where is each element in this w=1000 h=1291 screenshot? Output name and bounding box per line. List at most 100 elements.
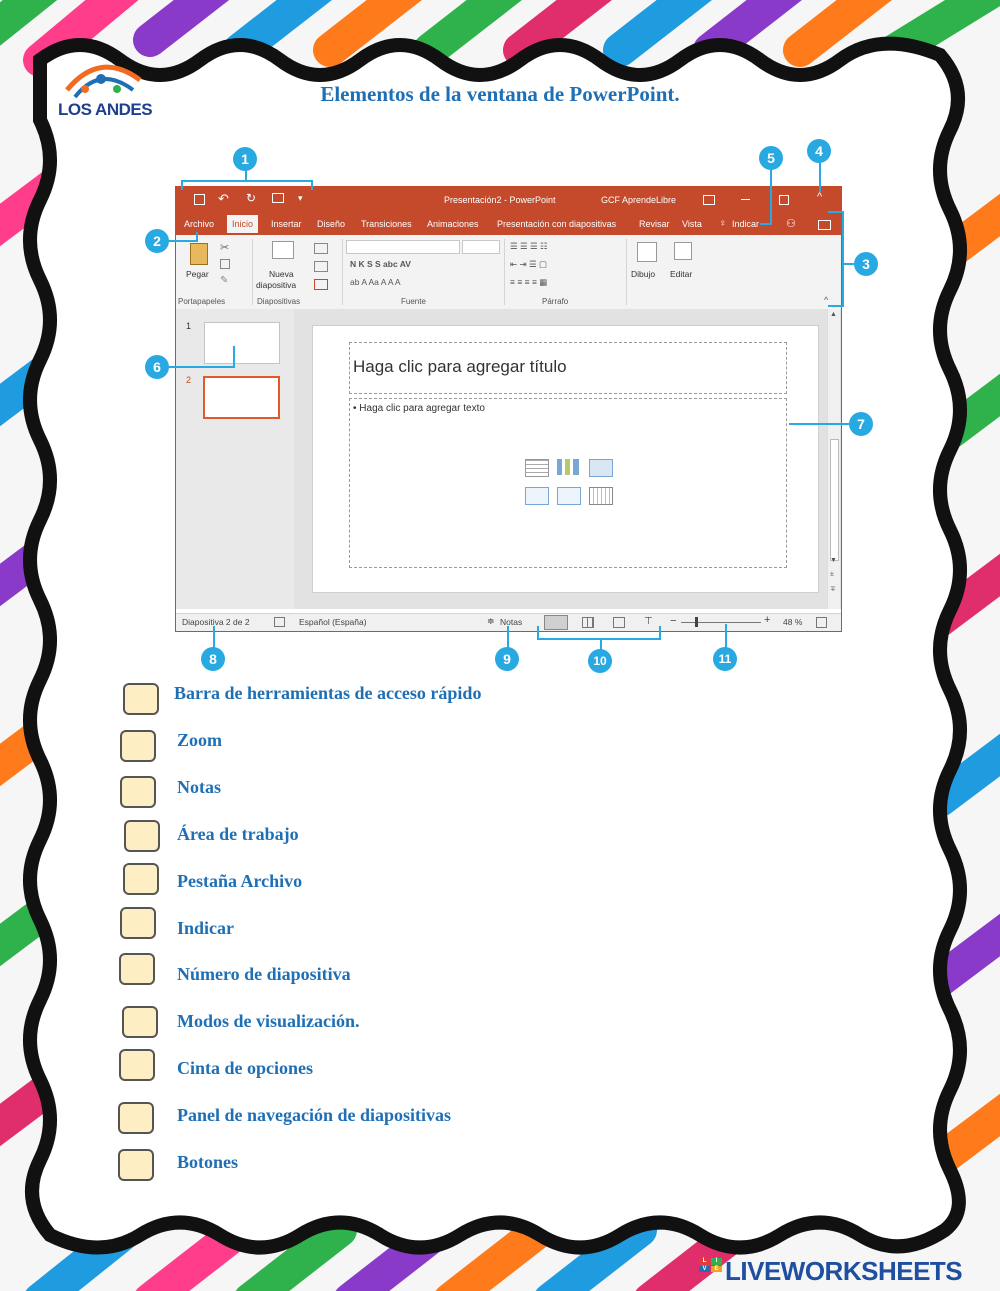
item-label-1: Barra de herramientas de acceso rápido: [174, 683, 482, 703]
callout-line-3c: [844, 263, 854, 265]
callout-line-3: [842, 211, 844, 307]
tab-presentacion: Presentación con diapositivas: [497, 219, 617, 229]
slide-navigation-panel: 1 2: [176, 309, 294, 609]
answer-box-3[interactable]: [120, 776, 156, 808]
search-icon: [674, 242, 692, 260]
section-icon: [314, 279, 328, 290]
layout-icon: [314, 243, 328, 254]
tab-vista: Vista: [682, 219, 702, 229]
collapse-icon: ^: [817, 191, 823, 203]
editar-label: Editar: [670, 269, 693, 279]
slide-thumb-2: [203, 376, 280, 419]
slide-canvas: Haga clic para agregar título • Haga cli…: [312, 325, 819, 593]
callout-4: 4: [807, 139, 831, 163]
answer-box-4[interactable]: [124, 820, 160, 852]
tab-animaciones: Animaciones: [427, 219, 479, 229]
callout-6: 6: [145, 355, 169, 379]
answer-box-7[interactable]: [119, 953, 155, 985]
next-slide-icon: ∓: [830, 586, 836, 593]
callout-line-7: [789, 423, 849, 425]
answer-box-6[interactable]: [120, 907, 156, 939]
callout-line-2: [167, 240, 197, 242]
zoom-level: 48 %: [783, 617, 803, 627]
answer-box-10[interactable]: [118, 1102, 154, 1134]
callout-line-2a: [196, 232, 198, 242]
scroll-up-icon: ▲: [830, 311, 837, 318]
slide-title-text: Haga clic para agregar título: [353, 357, 567, 376]
comment-icon: [818, 220, 831, 230]
nueva-label: Nueva: [269, 269, 294, 279]
liveworksheets-brand: LIVEWORKSHEETS: [725, 1256, 963, 1286]
item-label-4: Área de trabajo: [177, 824, 299, 844]
present-icon: [272, 193, 284, 203]
title-placeholder: Haga clic para agregar título: [349, 342, 787, 394]
item-label-11: Botones: [177, 1152, 239, 1172]
font-name-box: [346, 240, 460, 254]
answer-box-5[interactable]: [123, 863, 159, 895]
item-label-3: Notas: [177, 777, 221, 797]
scroll-thumb: [830, 439, 839, 561]
powerpoint-window-image: ↶ ↻ ▾ Presentación2 - PowerPoint GCF Apr…: [175, 186, 842, 632]
callout-line-1b: [311, 180, 313, 190]
callout-5: 5: [759, 146, 783, 170]
liveworksheets-icon: LI VE: [699, 1258, 722, 1284]
content-placeholder: • Haga clic para agregar texto: [349, 398, 787, 568]
ppt-window-title: Presentación2 - PowerPoint: [444, 195, 556, 205]
font-color-icons: ab A Aa A A A: [350, 277, 401, 287]
callout-3: 3: [854, 252, 878, 276]
customize-icon: ▾: [298, 193, 303, 203]
ppt-titlebar: ↶ ↻ ▾ Presentación2 - PowerPoint GCF Apr…: [176, 187, 841, 213]
callout-11: 11: [713, 647, 737, 671]
spellcheck-icon: [274, 617, 285, 627]
zoom-slider-thumb: [695, 617, 698, 627]
thumb-number-1: 1: [186, 321, 192, 331]
callout-line-11: [725, 624, 727, 648]
item-label-5: Pestaña Archivo: [177, 871, 303, 891]
notes-icon: ≑: [487, 616, 495, 626]
picture-icon: [525, 487, 549, 505]
slideshow-view-icon: ⊤: [644, 616, 653, 627]
tab-diseno: Diseño: [317, 219, 346, 229]
callout-line-9: [507, 626, 509, 648]
font-size-box: [462, 240, 500, 254]
list-icons: ☰ ☰ ☰ ☷: [510, 241, 548, 251]
slide-thumb-1: [204, 322, 280, 364]
cut-icon: ✂: [220, 242, 230, 254]
online-picture-icon: [557, 487, 581, 505]
share-icon: ⚇: [786, 218, 796, 230]
font-format-icons: N K S S abc AV: [350, 259, 411, 269]
reading-view-icon: [613, 617, 625, 628]
callout-line-1: [181, 180, 312, 182]
tab-indicar: Indicar: [732, 219, 760, 229]
callout-line-10: [537, 638, 661, 640]
callout-10: 10: [588, 649, 612, 673]
tab-transiciones: Transiciones: [361, 219, 412, 229]
callout-line-6a: [233, 346, 235, 368]
callout-line-4: [819, 162, 821, 192]
copy-icon: [220, 259, 230, 269]
indent-icons: ⇤ ⇥ ☰ ▢: [510, 259, 547, 269]
undo-icon: ↶: [218, 191, 229, 206]
callout-line-3b: [828, 305, 844, 307]
answer-box-2[interactable]: [120, 730, 156, 762]
zoom-out-icon: −: [670, 615, 677, 627]
slide-count: Diapositiva 2 de 2: [182, 617, 250, 627]
ppt-ribbon: Pegar ✂ ✎ Nueva diapositiva N K S S abc …: [176, 235, 841, 310]
callout-line-5: [770, 168, 772, 224]
item-label-10: Panel de navegación de diapositivas: [177, 1105, 452, 1125]
callout-line-8: [213, 626, 215, 648]
callout-line-6: [168, 366, 234, 368]
answer-box-11[interactable]: [118, 1149, 154, 1181]
answer-box-9[interactable]: [119, 1049, 155, 1081]
reset-icon: [314, 261, 328, 272]
answer-box-8[interactable]: [122, 1006, 158, 1038]
slide-body-text: • Haga clic para agregar texto: [353, 403, 485, 414]
item-label-6: Indicar: [177, 918, 235, 938]
notes-label: Notas: [500, 617, 523, 627]
item-label-9: Cinta de opciones: [177, 1058, 314, 1078]
language: Español (España): [299, 617, 367, 627]
answer-box-1[interactable]: [123, 683, 159, 715]
group-fuente: Fuente: [401, 297, 426, 306]
group-parrafo: Párrafo: [542, 297, 569, 306]
redo-icon: ↻: [246, 191, 257, 205]
